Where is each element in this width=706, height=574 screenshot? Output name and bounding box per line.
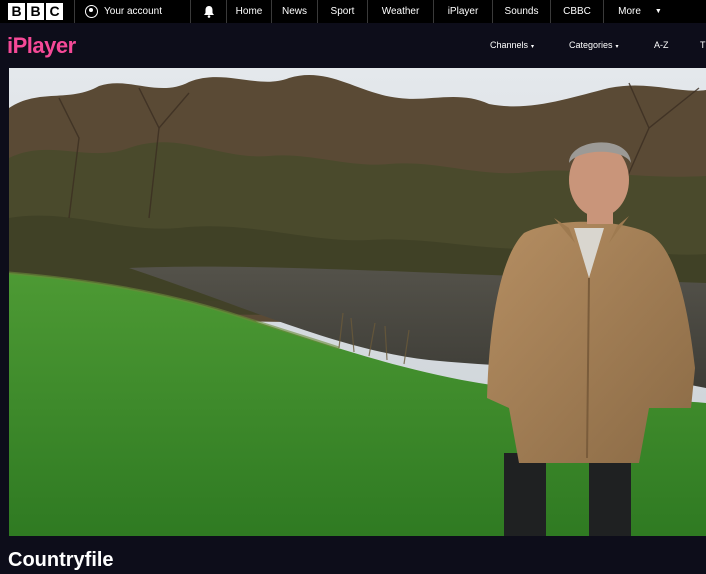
chevron-down-icon: ▼ <box>654 8 662 15</box>
iplayer-logo[interactable]: iPlayer <box>7 33 76 59</box>
a-z-link[interactable]: A-Z <box>654 40 669 50</box>
global-nav-links: Home News Sport Weather iPlayer Sounds C… <box>227 0 706 23</box>
nav-link-news[interactable]: News <box>272 0 318 23</box>
channels-menu[interactable]: Channels ▾ <box>490 40 534 50</box>
bbc-logo-letter-b2: B <box>27 3 44 20</box>
account-label: Your account <box>104 6 163 17</box>
your-account-link[interactable]: Your account <box>75 0 191 23</box>
nav-link-cbbc[interactable]: CBBC <box>551 0 604 23</box>
account-icon <box>85 5 98 18</box>
categories-label: Categories <box>569 40 613 50</box>
nav-link-label: iPlayer <box>447 6 479 17</box>
bbc-logo-letter-c: C <box>46 3 63 20</box>
nav-link-label: Sport <box>330 6 355 17</box>
bbc-logo[interactable]: B B C <box>0 0 75 23</box>
nav-link-label: News <box>281 6 307 17</box>
video-frame-image <box>9 68 706 536</box>
iplayer-header: iPlayer Channels ▾ Categories ▾ A-Z T <box>0 23 706 68</box>
nav-link-label: Weather <box>381 6 420 17</box>
bell-icon <box>203 6 214 18</box>
nav-link-sport[interactable]: Sport <box>318 0 368 23</box>
nav-link-label: Home <box>235 6 263 17</box>
nav-more-label: More <box>618 6 641 17</box>
nav-link-home[interactable]: Home <box>227 0 272 23</box>
nav-link-iplayer[interactable]: iPlayer <box>434 0 493 23</box>
channels-label: Channels <box>490 40 529 50</box>
bbc-logo-letter-b1: B <box>8 3 25 20</box>
nav-link-label: Sounds <box>504 6 539 17</box>
nav-link-weather[interactable]: Weather <box>368 0 434 23</box>
caret-down-icon: ▾ <box>531 44 535 50</box>
overflow-menu-item[interactable]: T <box>700 40 706 50</box>
nav-more-button[interactable]: More ▼ <box>604 0 676 23</box>
notifications-button[interactable] <box>191 0 227 23</box>
programme-title: Countryfile <box>8 549 114 571</box>
caret-down-icon: ▾ <box>615 44 619 50</box>
nav-link-sounds[interactable]: Sounds <box>493 0 551 23</box>
nav-link-label: CBBC <box>563 6 591 17</box>
bbc-global-nav: B B C Your account Home News Sport Weath… <box>0 0 706 23</box>
categories-menu[interactable]: Categories ▾ <box>569 40 619 50</box>
video-player[interactable] <box>9 68 706 536</box>
